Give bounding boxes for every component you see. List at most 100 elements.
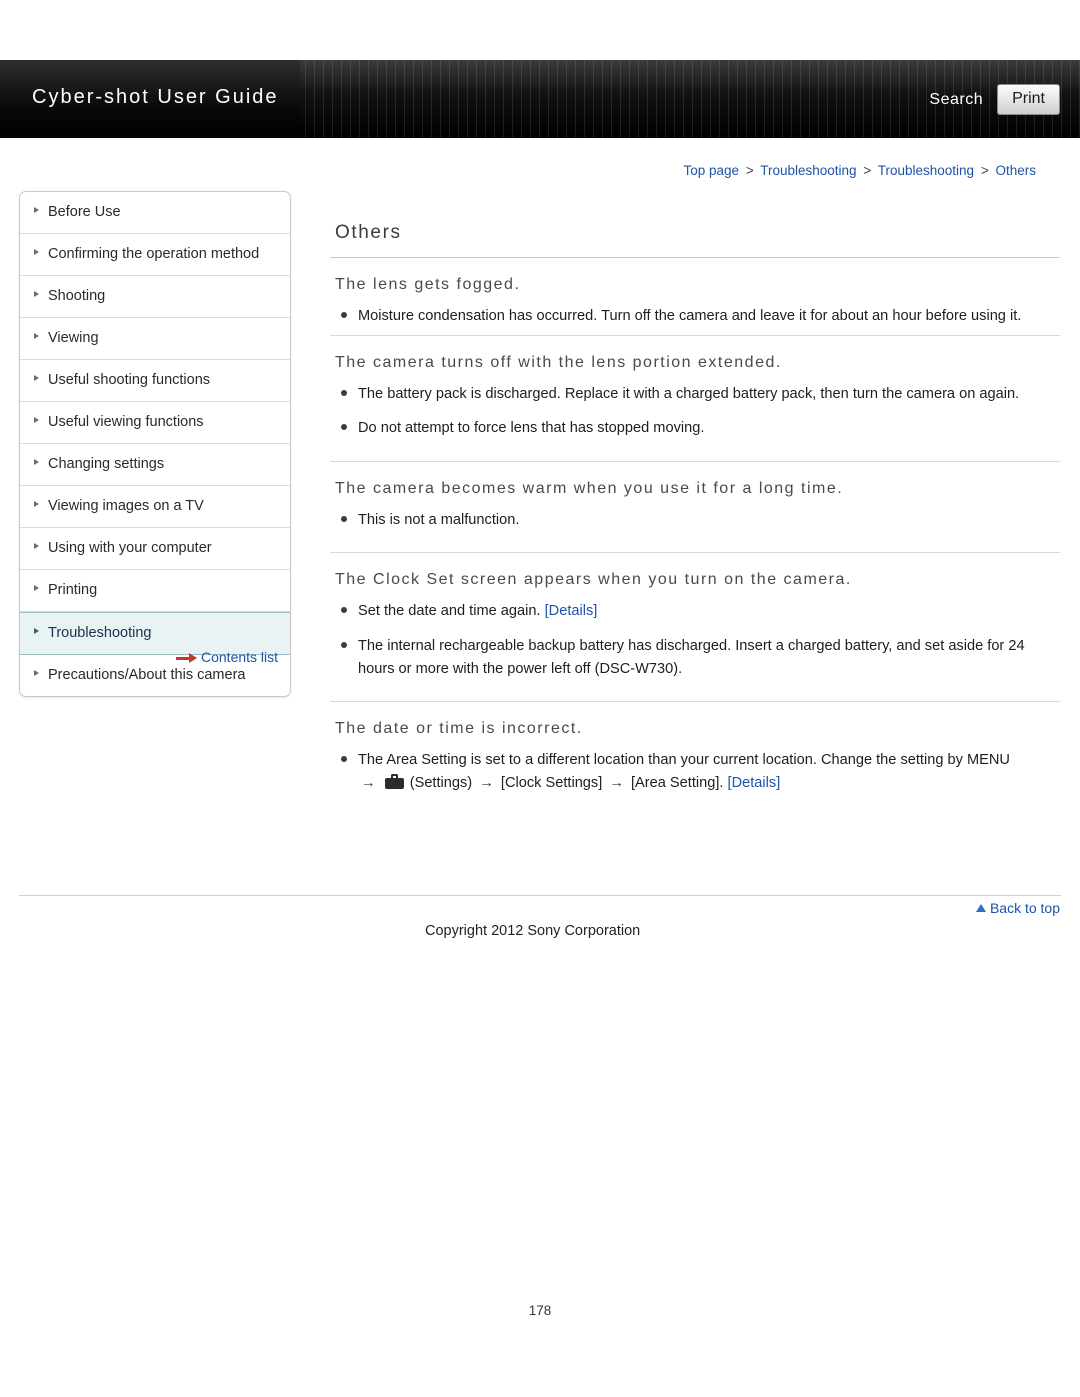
contents-list-label: Contents list [201, 649, 279, 665]
section-heading: The camera becomes warm when you use it … [335, 479, 844, 497]
list-item: The internal rechargeable backup battery… [330, 630, 1060, 687]
sidebar-item-viewing-images-on-a-tv[interactable]: Viewing images on a TV [20, 486, 290, 529]
page-number: 178 [528, 1303, 552, 1318]
breadcrumb-item-troubleshooting[interactable]: Troubleshooting [760, 163, 856, 178]
header-actions: Search Print [929, 84, 1060, 116]
details-link[interactable]: [Details] [728, 775, 781, 791]
triangle-up-icon [975, 904, 986, 912]
sidebar-item-useful-shooting-functions[interactable]: Useful shooting functions [20, 360, 290, 403]
breadcrumb: Top page > Troubleshooting > Troubleshoo… [684, 163, 1037, 178]
section-date-or-time-incorrect: The date or time is incorrect. The Area … [330, 702, 1060, 801]
section-bullets: The Area Setting is set to a different l… [330, 744, 1060, 801]
sidebar-item-shooting[interactable]: Shooting [20, 276, 290, 319]
app-header: Cyber-shot User Guide Search Print [0, 60, 1080, 138]
bullet-dot-icon [341, 515, 347, 522]
section-heading: The date or time is incorrect. [335, 720, 583, 738]
bullet-text: Do not attempt to force lens that has st… [358, 420, 705, 437]
chevron-right-icon [34, 459, 39, 466]
chevron-right-icon [34, 291, 39, 298]
sidebar-item-label: Useful shooting functions [48, 372, 211, 389]
details-link[interactable]: [Details] [545, 603, 598, 619]
section-camera-becomes-warm: The camera becomes warm when you use it … [330, 462, 1060, 539]
menu-path-arrow-3: → [609, 774, 624, 791]
back-to-top-link[interactable]: Back to top [975, 900, 1060, 916]
list-item: The battery pack is discharged. Replace … [330, 378, 1060, 413]
page-header-title: Cyber-shot User Guide [32, 86, 279, 108]
sidebar-item-label: Using with your computer [48, 540, 212, 557]
sidebar-item-before-use[interactable]: Before Use [20, 192, 290, 235]
chevron-right-icon [34, 375, 39, 382]
breadcrumb-item-troubleshooting-2[interactable]: Troubleshooting [878, 163, 974, 178]
section-bullets: This is not a malfunction. [330, 504, 1060, 539]
sidebar-item-label: Shooting [48, 288, 106, 305]
bullet-dot-icon [341, 642, 347, 649]
sidebar-item-label: Confirming the operation method [48, 246, 260, 263]
breadcrumb-item-top-page[interactable]: Top page [684, 163, 740, 178]
sidebar-item-label: Viewing [48, 330, 99, 347]
bullet-text: The internal rechargeable backup battery… [358, 638, 1025, 677]
bullet-text: The battery pack is discharged. Replace … [358, 385, 1020, 402]
sidebar-item-label: Useful viewing functions [48, 414, 204, 431]
sidebar: Before Use Confirming the operation meth… [19, 191, 291, 698]
bullet-dot-icon [341, 312, 347, 318]
sidebar-item-useful-viewing-functions[interactable]: Useful viewing functions [20, 402, 290, 445]
copyright-text: Copyright 2012 Sony Corporation [425, 923, 641, 939]
sidebar-item-changing-settings[interactable]: Changing settings [20, 444, 290, 487]
list-item: Moisture condensation has occurred. Turn… [330, 300, 1060, 335]
bullet-text: The Area Setting is set to a different l… [358, 752, 1010, 769]
chevron-right-icon [34, 670, 39, 677]
back-to-top-label: Back to top [989, 900, 1060, 916]
section-lens-gets-fogged: The lens gets fogged. Moisture condensat… [330, 258, 1060, 335]
sidebar-item-label: Viewing images on a TV [48, 498, 204, 515]
section-camera-turns-off: The camera turns off with the lens porti… [330, 336, 1060, 447]
sidebar-item-label: Changing settings [48, 456, 165, 473]
chevron-right-icon [34, 417, 39, 424]
list-item: Do not attempt to force lens that has st… [330, 412, 1060, 447]
section-bullets: Set the date and time again. [Details] T… [330, 595, 1060, 687]
chevron-right-icon [34, 207, 39, 213]
chevron-right-icon [34, 249, 39, 256]
sidebar-item-using-with-your-computer[interactable]: Using with your computer [20, 528, 290, 571]
bullet-dot-icon [341, 389, 347, 396]
menu-path-arrow-2: → [479, 774, 494, 791]
sidebar-item-printing[interactable]: Printing [20, 570, 290, 613]
page-title: Others [335, 222, 402, 243]
area-setting-label: [Area Setting]. [631, 774, 724, 791]
breadcrumb-separator: > [745, 163, 754, 178]
settings-toolbox-icon [384, 773, 404, 789]
section-bullets: The battery pack is discharged. Replace … [330, 378, 1060, 447]
bullet-dot-icon [341, 607, 347, 614]
bullet-dot-icon [341, 424, 347, 431]
arrow-right-icon [176, 653, 198, 663]
breadcrumb-separator: > [980, 163, 989, 178]
sidebar-item-label: Troubleshooting [48, 625, 152, 642]
main-content: Others The lens gets fogged. Moisture co… [330, 222, 1060, 801]
list-item: The Area Setting is set to a different l… [330, 744, 1060, 801]
breadcrumb-separator: > [863, 163, 872, 178]
settings-label: (Settings) [409, 774, 473, 791]
clock-settings-label: [Clock Settings] [500, 774, 603, 791]
list-item: This is not a malfunction. [330, 504, 1060, 539]
contents-list-link[interactable]: Contents list [176, 649, 278, 665]
chevron-right-icon [34, 585, 39, 592]
footer-divider [19, 895, 1061, 896]
bullet-dot-icon [341, 756, 347, 763]
chevron-right-icon [34, 628, 39, 635]
chevron-right-icon [34, 333, 39, 340]
sidebar-item-confirming-the-operation-method[interactable]: Confirming the operation method [20, 234, 290, 277]
section-heading: The Clock Set screen appears when you tu… [335, 571, 852, 589]
bullet-text: Moisture condensation has occurred. Turn… [358, 308, 1022, 324]
bullet-text: Set the date and time again. [358, 603, 545, 620]
section-heading: The lens gets fogged. [335, 276, 521, 293]
sidebar-item-label: Printing [48, 582, 98, 599]
chevron-right-icon [34, 543, 39, 550]
search-link[interactable]: Search [929, 91, 983, 109]
sidebar-item-label: Before Use [48, 204, 121, 220]
section-heading: The camera turns off with the lens porti… [335, 353, 782, 371]
sidebar-item-viewing[interactable]: Viewing [20, 318, 290, 361]
section-bullets: Moisture condensation has occurred. Turn… [330, 300, 1060, 335]
bullet-text: This is not a malfunction. [358, 511, 520, 528]
breadcrumb-item-others: Others [995, 163, 1036, 178]
print-button[interactable]: Print [997, 84, 1060, 116]
sidebar-item-label: Precautions/About this camera [48, 667, 246, 684]
